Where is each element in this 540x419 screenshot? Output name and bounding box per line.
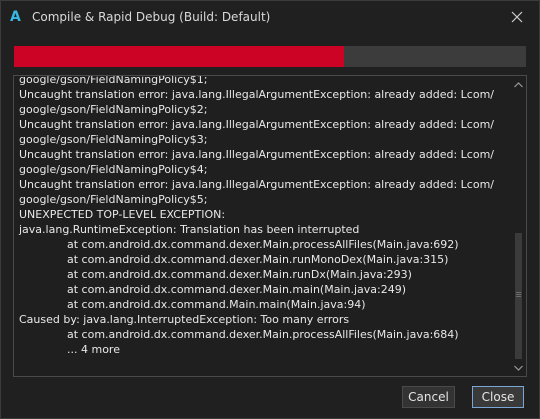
log-line: at com.android.dx.command.dexer.Main.pro… [67, 238, 459, 251]
log-line: at com.android.dx.command.dexer.Main.pro… [67, 328, 459, 341]
close-icon[interactable] [507, 7, 527, 27]
vertical-scrollbar[interactable] [511, 76, 526, 376]
dialog-window: A Compile & Rapid Debug (Build: Default)… [0, 0, 540, 419]
log-line: Uncaught translation error: java.lang.Il… [19, 148, 494, 161]
log-line: UNEXPECTED TOP-LEVEL EXCEPTION: [19, 208, 226, 221]
log-line: java.lang.RuntimeException: Translation … [19, 223, 360, 236]
log-line: Uncaught translation error: java.lang.Il… [19, 88, 494, 101]
chevron-up-icon[interactable] [514, 80, 523, 89]
log-text: google/gson/FieldNamingPolicy$1; Uncaught… [19, 75, 508, 357]
log-line: at com.android.dx.command.dexer.Main.run… [67, 253, 449, 266]
cancel-button[interactable]: Cancel [402, 386, 455, 408]
chevron-down-icon[interactable] [514, 363, 523, 372]
log-line: Caused by: java.lang.InterruptedExceptio… [19, 313, 350, 326]
log-line: google/gson/FieldNamingPolicy$1; [19, 75, 208, 86]
window-title: Compile & Rapid Debug (Build: Default) [32, 10, 271, 24]
close-button[interactable]: Close [472, 386, 524, 408]
log-line: google/gson/FieldNamingPolicy$2; [19, 103, 208, 116]
log-line: at com.android.dx.command.dexer.Main.mai… [67, 283, 407, 296]
log-line: Uncaught translation error: java.lang.Il… [19, 118, 494, 131]
scrollbar-thumb[interactable] [515, 233, 522, 359]
progress-bar-fill [14, 46, 345, 67]
log-line: Uncaught translation error: java.lang.Il… [19, 178, 494, 191]
log-line: at com.android.dx.command.Main.main(Main… [67, 298, 366, 311]
log-line: google/gson/FieldNamingPolicy$5; [19, 193, 208, 206]
output-log[interactable]: google/gson/FieldNamingPolicy$1; Uncaught… [13, 75, 527, 377]
log-line: ... 4 more [67, 343, 120, 356]
title-bar: A Compile & Rapid Debug (Build: Default) [1, 1, 539, 34]
app-logo-icon: A [10, 9, 21, 25]
log-line: at com.android.dx.command.dexer.Main.run… [67, 268, 412, 281]
log-line: google/gson/FieldNamingPolicy$3; [19, 133, 208, 146]
log-line: google/gson/FieldNamingPolicy$4; [19, 163, 208, 176]
progress-bar [14, 46, 526, 67]
